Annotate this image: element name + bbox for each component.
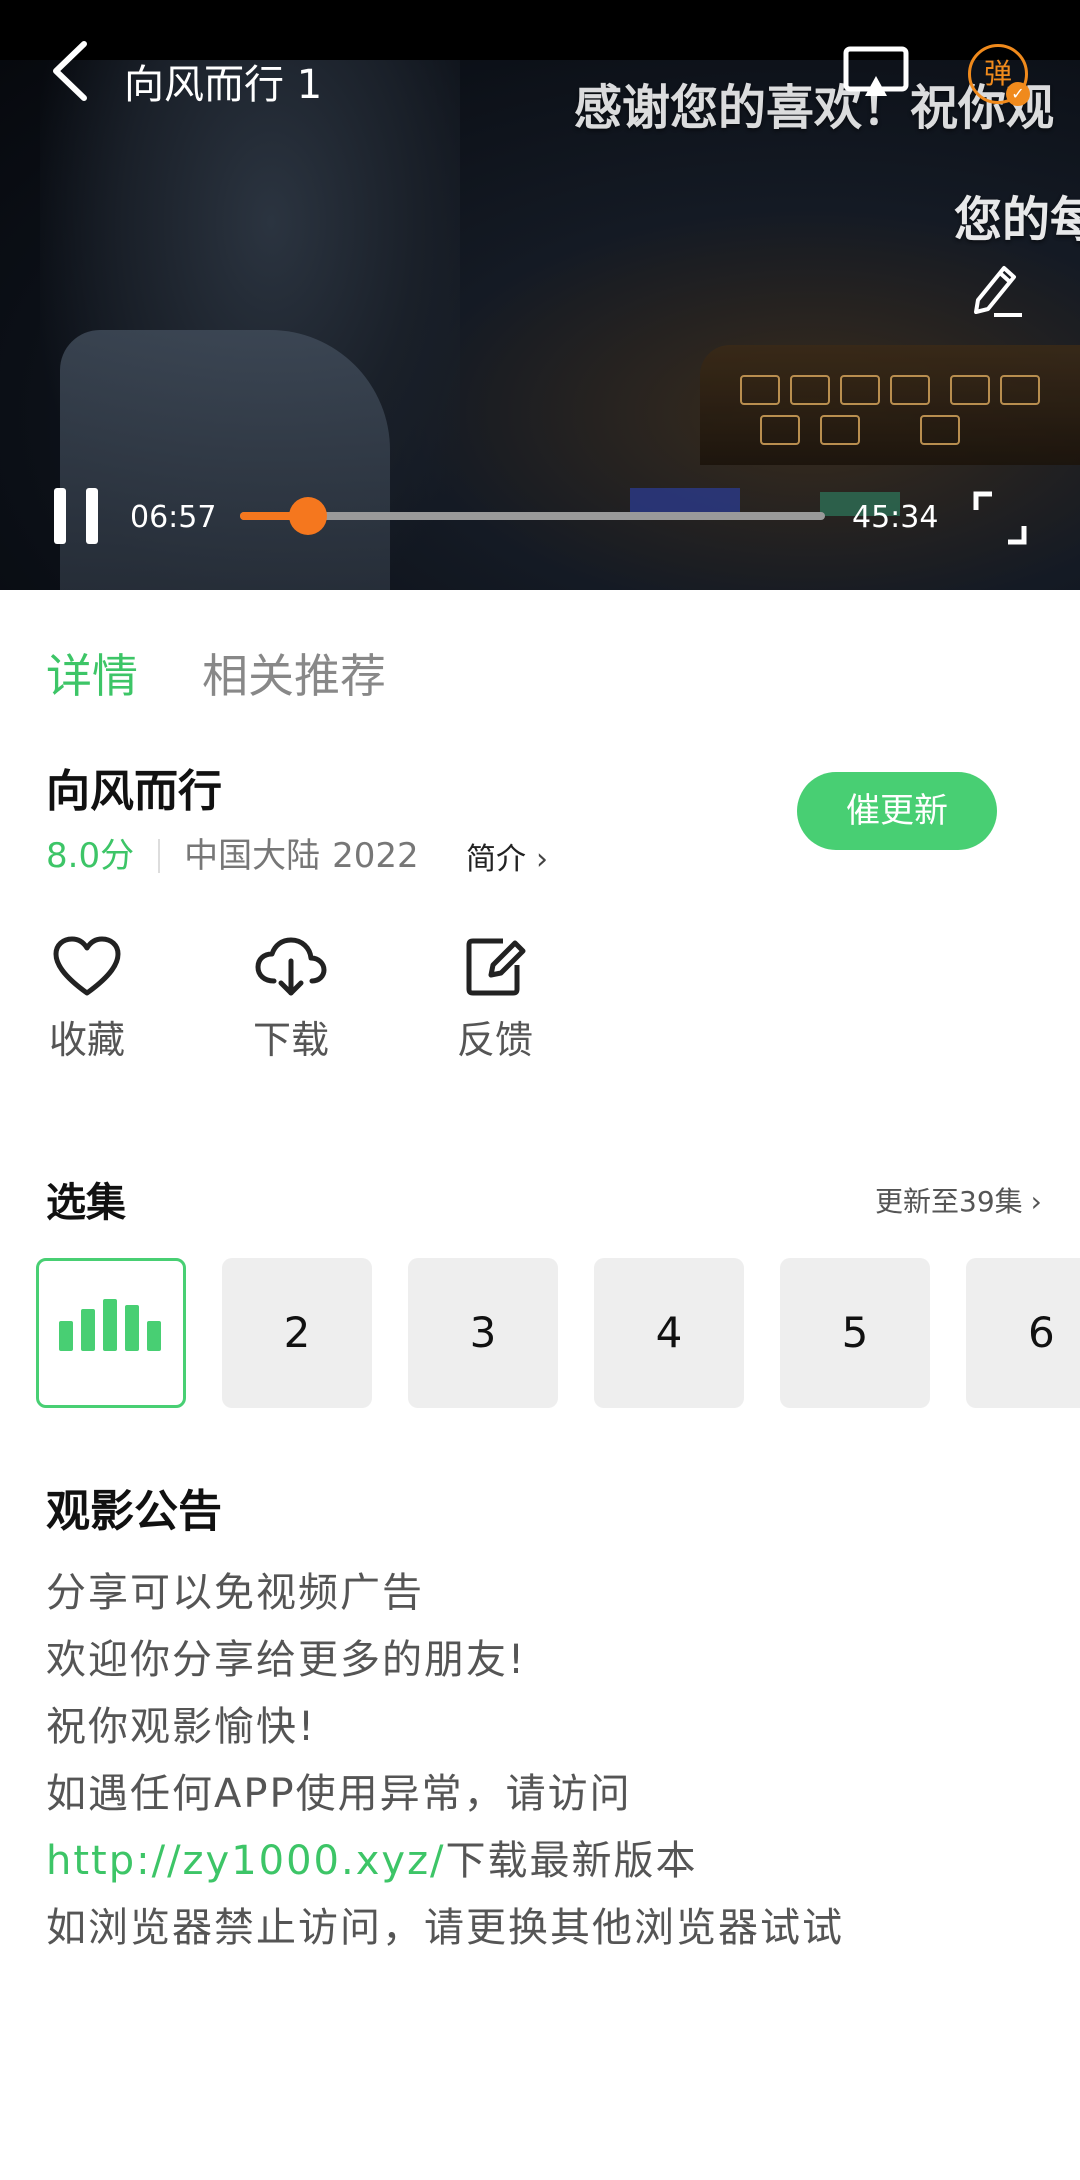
fullscreen-icon — [973, 491, 1027, 545]
favorite-label: 收藏 — [48, 1018, 125, 1062]
danmaku-comment: 您的每 — [954, 192, 1080, 248]
divider — [158, 839, 161, 873]
cast-icon — [843, 46, 909, 96]
episode-item-2[interactable]: 2 — [222, 1258, 372, 1408]
check-icon: ✓ — [1006, 82, 1030, 106]
episode-item-5[interactable]: 5 — [780, 1258, 930, 1408]
edit-note-icon — [466, 938, 526, 996]
episode-item-6[interactable]: 6 — [966, 1258, 1080, 1408]
intro-label: 简介 — [466, 842, 526, 877]
notice-line: 分享可以免视频广告 — [46, 1570, 424, 1616]
playing-equalizer-icon — [59, 1261, 169, 1411]
notice-link-suffix: 下载最新版本 — [445, 1838, 698, 1884]
fullscreen-button[interactable] — [972, 490, 1028, 546]
episode-item-4[interactable]: 4 — [594, 1258, 744, 1408]
episodes-update-link[interactable]: 更新至39集 › — [875, 1180, 1042, 1220]
video-player[interactable]: 向风而行 1 感谢您的喜欢！祝你观 您的每 弹 ✓ 06:57 45:34 — [0, 0, 1080, 590]
chevron-right-icon: › — [1030, 1185, 1042, 1218]
status-bar-shade — [0, 0, 1080, 60]
send-danmaku-button[interactable] — [968, 258, 1024, 318]
tab-related[interactable]: 相关推荐 — [202, 640, 386, 706]
chevron-right-icon: › — [536, 842, 548, 877]
download-site-link[interactable]: http://zy1000.xyz/ — [46, 1838, 446, 1884]
region: 中国大陆 — [184, 836, 321, 876]
video-scene-cockpit-panel — [700, 345, 1080, 465]
total-time: 45:34 — [852, 500, 939, 535]
notice-line: 祝你观影愉快! — [46, 1704, 317, 1750]
episode-item-1[interactable] — [36, 1258, 186, 1408]
cloud-download-icon — [255, 937, 327, 996]
notice-line: 欢迎你分享给更多的朋友! — [46, 1637, 527, 1683]
current-time: 06:57 — [130, 500, 217, 535]
pause-button[interactable] — [54, 488, 100, 544]
favorite-button[interactable]: 收藏 — [32, 935, 142, 1064]
back-arrow-icon — [53, 41, 87, 101]
year: 2022 — [332, 836, 419, 876]
intro-link[interactable]: 简介 › — [466, 834, 548, 878]
notice-line: http://zy1000.xyz/下载最新版本 — [46, 1828, 698, 1886]
back-button[interactable] — [46, 38, 96, 104]
cast-button[interactable] — [843, 46, 909, 100]
progress-bar[interactable] — [240, 497, 825, 535]
show-meta: 8.0分 中国大陆 2022 — [46, 828, 419, 876]
download-label: 下载 — [252, 1018, 329, 1062]
episodes-update-status: 更新至39集 — [875, 1185, 1023, 1218]
video-title: 向风而行 1 — [124, 62, 323, 108]
pencil-icon — [974, 266, 1022, 317]
heart-icon — [53, 936, 121, 996]
episodes-header: 选集 — [46, 1180, 126, 1226]
episode-item-3[interactable]: 3 — [408, 1258, 558, 1408]
notice-line: 如遇任何APP使用异常，请访问 — [46, 1771, 632, 1817]
feedback-label: 反馈 — [456, 1018, 533, 1062]
danmaku-toggle[interactable]: 弹 ✓ — [968, 44, 1030, 106]
score: 8.0分 — [46, 836, 135, 876]
video-scene-shirt — [60, 330, 390, 590]
download-button[interactable]: 下载 — [236, 935, 346, 1064]
notice-title: 观影公告 — [46, 1486, 222, 1537]
urge-update-button[interactable]: 催更新 — [797, 772, 997, 850]
progress-handle[interactable] — [288, 497, 327, 535]
tab-details[interactable]: 详情 — [46, 640, 138, 706]
feedback-button[interactable]: 反馈 — [440, 935, 550, 1064]
show-title: 向风而行 — [46, 766, 222, 817]
notice-line: 如浏览器禁止访问，请更换其他浏览器试试 — [46, 1905, 844, 1951]
